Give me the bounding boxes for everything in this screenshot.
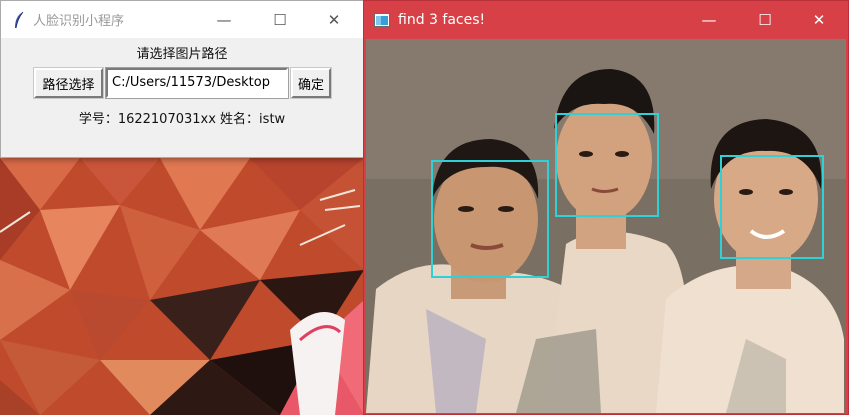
- face-result-window: find 3 faces! — ☐ ✕: [363, 0, 849, 415]
- path-row: 路径选择 C:/Users/11573/Desktop 确定: [33, 67, 334, 100]
- result-title: find 3 faces!: [398, 11, 486, 28]
- browse-path-button[interactable]: 路径选择: [33, 67, 104, 99]
- window-app-icon: [374, 12, 390, 27]
- path-input[interactable]: C:/Users/11573/Desktop: [105, 67, 289, 99]
- dialog-titlebar[interactable]: 人脸识别小程序 — ☐ ✕: [1, 1, 363, 38]
- maximize-button[interactable]: ☐: [742, 1, 788, 38]
- maximize-button[interactable]: ☐: [257, 1, 303, 38]
- minimize-button[interactable]: —: [686, 1, 732, 38]
- close-button[interactable]: ✕: [796, 1, 842, 38]
- minimize-button[interactable]: —: [201, 1, 247, 38]
- path-prompt-label: 请选择图片路径: [136, 47, 228, 62]
- close-button[interactable]: ✕: [311, 1, 357, 38]
- detected-image: [366, 39, 846, 413]
- result-titlebar[interactable]: find 3 faces! — ☐ ✕: [364, 1, 848, 38]
- group-photo: [366, 39, 846, 413]
- student-info-label: 学号：1622107031xx 姓名：istw: [78, 112, 286, 127]
- face-recognition-window: 人脸识别小程序 — ☐ ✕ 请选择图片路径 路径选择 C:/Users/1157…: [0, 0, 364, 158]
- confirm-button[interactable]: 确定: [290, 67, 332, 99]
- feather-icon: [15, 11, 24, 28]
- dialog-title: 人脸识别小程序: [33, 14, 125, 29]
